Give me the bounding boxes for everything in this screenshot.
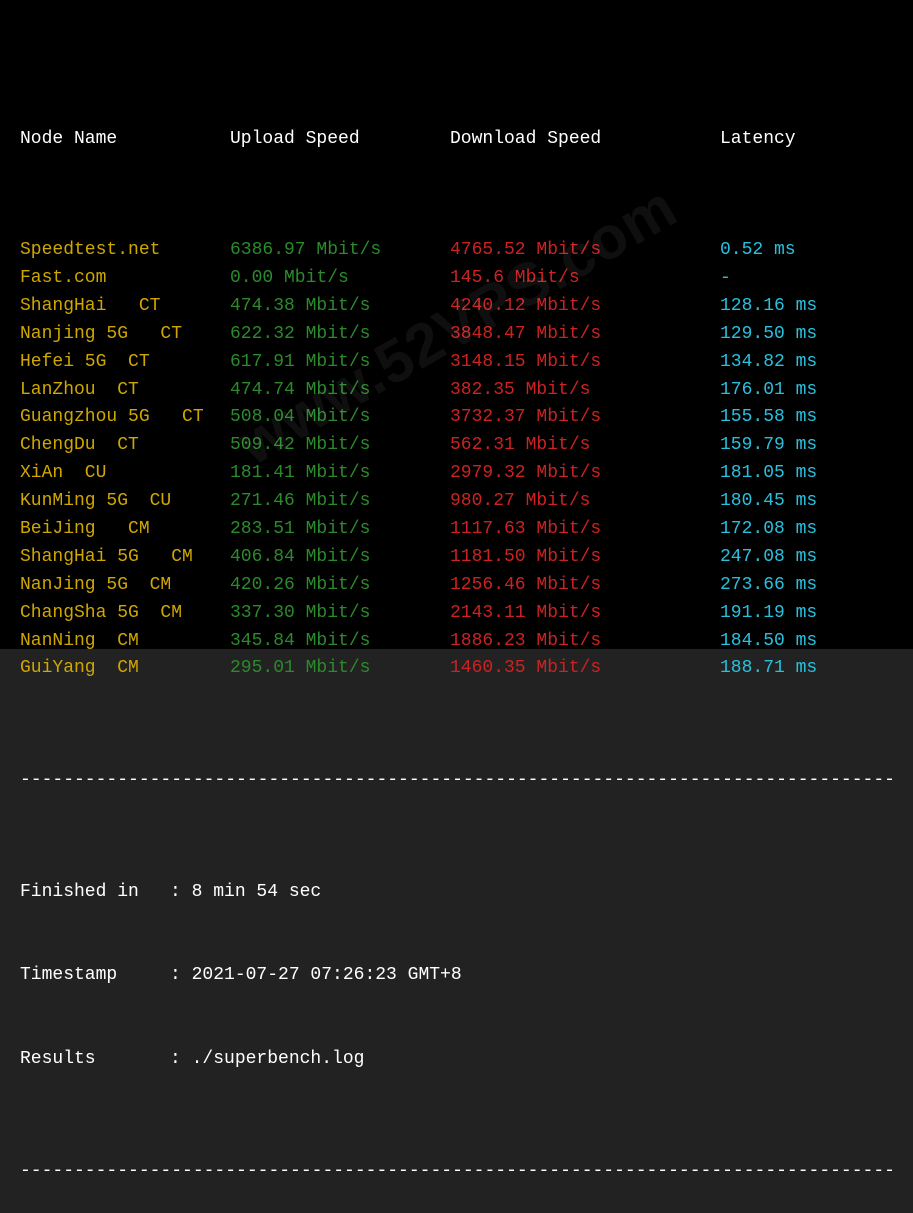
cell-latency: 0.52 ms xyxy=(720,237,880,265)
cell-latency: 180.45 ms xyxy=(720,488,880,516)
table-row: ChangSha 5G CM337.30 Mbit/s2143.11 Mbit/… xyxy=(20,600,893,628)
table-row: ShangHai 5G CM406.84 Mbit/s1181.50 Mbit/… xyxy=(20,544,893,572)
table-row: ChengDu CT509.42 Mbit/s562.31 Mbit/s159.… xyxy=(20,432,893,460)
table-row: Guangzhou 5G CT508.04 Mbit/s3732.37 Mbit… xyxy=(20,404,893,432)
footer-finished-value: 8 min 54 sec xyxy=(192,882,322,902)
table-row: Speedtest.net6386.97 Mbit/s4765.52 Mbit/… xyxy=(20,237,893,265)
cell-latency: 181.05 ms xyxy=(720,460,880,488)
table-header-row: Node Name Upload Speed Download Speed La… xyxy=(20,126,893,154)
cell-latency: 159.79 ms xyxy=(720,432,880,460)
header-latency: Latency xyxy=(720,126,880,154)
cell-node: ShangHai 5G CM xyxy=(20,544,230,572)
footer-results-label: Results xyxy=(20,1046,170,1074)
cell-node: NanNing CM xyxy=(20,628,230,656)
cell-upload: 509.42 Mbit/s xyxy=(230,432,450,460)
cell-latency: 188.71 ms xyxy=(720,655,880,683)
cell-node: Fast.com xyxy=(20,265,230,293)
cell-node: BeiJing CM xyxy=(20,516,230,544)
cell-node: ChangSha 5G CM xyxy=(20,600,230,628)
cell-upload: 181.41 Mbit/s xyxy=(230,460,450,488)
header-node: Node Name xyxy=(20,126,230,154)
table-row: GuiYang CM295.01 Mbit/s1460.35 Mbit/s188… xyxy=(20,655,893,683)
cell-node: Speedtest.net xyxy=(20,237,230,265)
cell-upload: 508.04 Mbit/s xyxy=(230,404,450,432)
cell-node: GuiYang CM xyxy=(20,655,230,683)
cell-download: 2143.11 Mbit/s xyxy=(450,600,720,628)
cell-download: 1256.46 Mbit/s xyxy=(450,572,720,600)
cell-download: 4765.52 Mbit/s xyxy=(450,237,720,265)
cell-latency: 172.08 ms xyxy=(720,516,880,544)
table-row: ShangHai CT474.38 Mbit/s4240.12 Mbit/s12… xyxy=(20,293,893,321)
divider-line: ----------------------------------------… xyxy=(20,767,893,795)
footer-timestamp-value: 2021-07-27 07:26:23 GMT+8 xyxy=(192,965,462,985)
cell-latency: 128.16 ms xyxy=(720,293,880,321)
footer-timestamp: Timestamp: 2021-07-27 07:26:23 GMT+8 xyxy=(20,962,893,990)
cell-latency: 155.58 ms xyxy=(720,404,880,432)
cell-download: 145.6 Mbit/s xyxy=(450,265,720,293)
cell-node: NanJing 5G CM xyxy=(20,572,230,600)
cell-upload: 283.51 Mbit/s xyxy=(230,516,450,544)
cell-download: 3148.15 Mbit/s xyxy=(450,349,720,377)
cell-upload: 345.84 Mbit/s xyxy=(230,628,450,656)
cell-download: 1117.63 Mbit/s xyxy=(450,516,720,544)
cell-upload: 0.00 Mbit/s xyxy=(230,265,450,293)
cell-upload: 420.26 Mbit/s xyxy=(230,572,450,600)
cell-download: 2979.32 Mbit/s xyxy=(450,460,720,488)
cell-download: 4240.12 Mbit/s xyxy=(450,293,720,321)
cell-upload: 474.38 Mbit/s xyxy=(230,293,450,321)
cell-latency: 273.66 ms xyxy=(720,572,880,600)
table-row: LanZhou CT474.74 Mbit/s382.35 Mbit/s176.… xyxy=(20,377,893,405)
cell-download: 1886.23 Mbit/s xyxy=(450,628,720,656)
cell-download: 562.31 Mbit/s xyxy=(450,432,720,460)
cell-latency: 191.19 ms xyxy=(720,600,880,628)
table-row: Fast.com0.00 Mbit/s145.6 Mbit/s- xyxy=(20,265,893,293)
header-download: Download Speed xyxy=(450,126,720,154)
cell-upload: 295.01 Mbit/s xyxy=(230,655,450,683)
cell-node: XiAn CU xyxy=(20,460,230,488)
cell-node: Nanjing 5G CT xyxy=(20,321,230,349)
cell-download: 980.27 Mbit/s xyxy=(450,488,720,516)
footer-results: Results: ./superbench.log xyxy=(20,1046,893,1074)
table-row: Hefei 5G CT617.91 Mbit/s3148.15 Mbit/s13… xyxy=(20,349,893,377)
cell-upload: 474.74 Mbit/s xyxy=(230,377,450,405)
cell-latency: 247.08 ms xyxy=(720,544,880,572)
cell-node: ShangHai CT xyxy=(20,293,230,321)
cell-download: 1460.35 Mbit/s xyxy=(450,655,720,683)
cell-latency: - xyxy=(720,265,880,293)
footer-timestamp-label: Timestamp xyxy=(20,962,170,990)
cell-node: KunMing 5G CU xyxy=(20,488,230,516)
cell-node: Guangzhou 5G CT xyxy=(20,404,230,432)
header-upload: Upload Speed xyxy=(230,126,450,154)
divider-line-bottom: ----------------------------------------… xyxy=(20,1158,893,1186)
cell-upload: 271.46 Mbit/s xyxy=(230,488,450,516)
terminal-output: www.52VPS.com Node Name Upload Speed Dow… xyxy=(0,0,913,649)
table-row: KunMing 5G CU271.46 Mbit/s980.27 Mbit/s1… xyxy=(20,488,893,516)
cell-download: 382.35 Mbit/s xyxy=(450,377,720,405)
cell-node: Hefei 5G CT xyxy=(20,349,230,377)
table-row: BeiJing CM283.51 Mbit/s1117.63 Mbit/s172… xyxy=(20,516,893,544)
cell-upload: 622.32 Mbit/s xyxy=(230,321,450,349)
footer-finished: Finished in: 8 min 54 sec xyxy=(20,879,893,907)
cell-upload: 617.91 Mbit/s xyxy=(230,349,450,377)
table-row: XiAn CU181.41 Mbit/s2979.32 Mbit/s181.05… xyxy=(20,460,893,488)
table-row: NanJing 5G CM420.26 Mbit/s1256.46 Mbit/s… xyxy=(20,572,893,600)
cell-node: ChengDu CT xyxy=(20,432,230,460)
cell-node: LanZhou CT xyxy=(20,377,230,405)
footer-finished-label: Finished in xyxy=(20,879,170,907)
cell-upload: 406.84 Mbit/s xyxy=(230,544,450,572)
cell-download: 1181.50 Mbit/s xyxy=(450,544,720,572)
cell-download: 3732.37 Mbit/s xyxy=(450,404,720,432)
cell-download: 3848.47 Mbit/s xyxy=(450,321,720,349)
cell-upload: 337.30 Mbit/s xyxy=(230,600,450,628)
cell-latency: 134.82 ms xyxy=(720,349,880,377)
table-row: Nanjing 5G CT622.32 Mbit/s3848.47 Mbit/s… xyxy=(20,321,893,349)
table-row: NanNing CM345.84 Mbit/s1886.23 Mbit/s184… xyxy=(20,628,893,656)
cell-latency: 184.50 ms xyxy=(720,628,880,656)
cell-latency: 176.01 ms xyxy=(720,377,880,405)
cell-latency: 129.50 ms xyxy=(720,321,880,349)
footer-results-value: ./superbench.log xyxy=(192,1049,365,1069)
cell-upload: 6386.97 Mbit/s xyxy=(230,237,450,265)
